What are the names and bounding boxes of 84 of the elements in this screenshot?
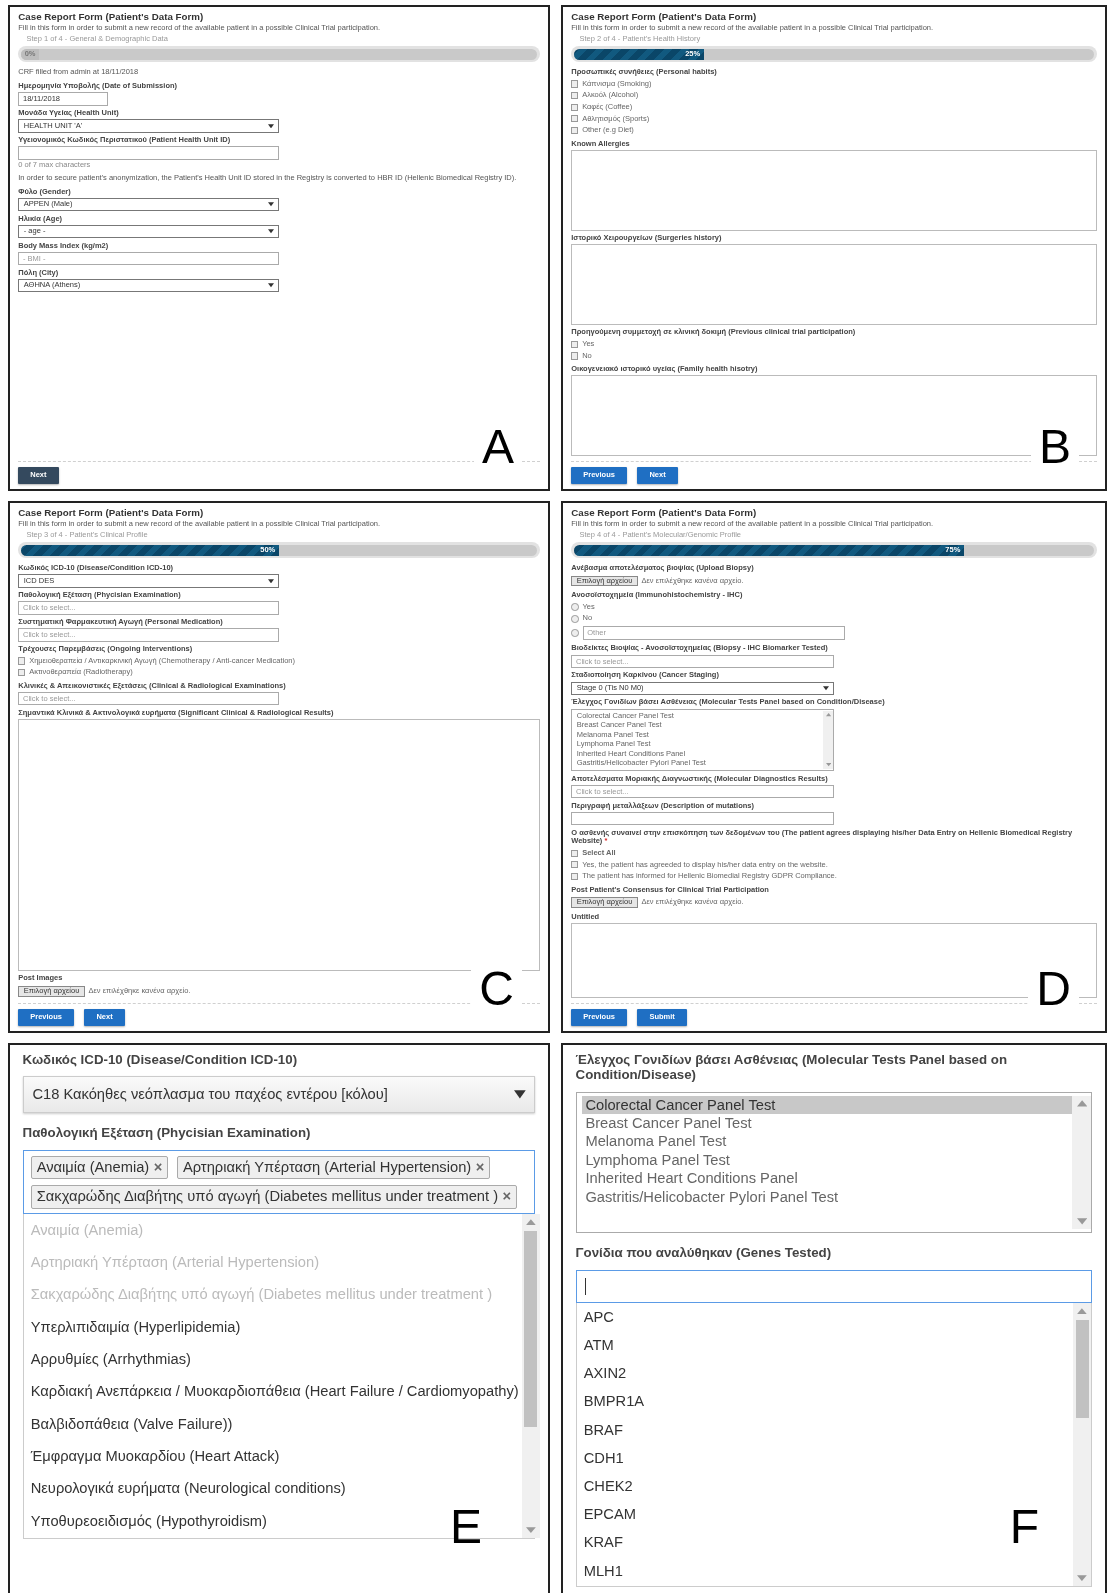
- list-option[interactable]: Breast Cancer Panel Test: [582, 1114, 1073, 1133]
- dropdown-option[interactable]: AXIN2: [580, 1359, 630, 1389]
- dropdown-option[interactable]: Υποθυρεοειδισμός (Hypothyroidism): [27, 1505, 270, 1538]
- scroll-up-icon[interactable]: [825, 713, 831, 717]
- remove-tag-button[interactable]: ×: [475, 1158, 485, 1176]
- scrollbar[interactable]: [1072, 1095, 1092, 1230]
- caret-icon: [267, 202, 274, 207]
- caret-icon: [267, 229, 274, 234]
- form-title: Case Report Form (Patient's Data Form): [18, 10, 205, 22]
- text-cursor-icon: [585, 1278, 586, 1296]
- remove-tag-button[interactable]: ×: [153, 1158, 163, 1176]
- list-option[interactable]: Gastritis/Helicobacter Pylori Panel Test: [582, 1187, 1073, 1206]
- dropdown-option[interactable]: KRAF: [580, 1529, 626, 1558]
- dropdown-option[interactable]: BMPR1A: [580, 1388, 648, 1417]
- scrollbar[interactable]: [1073, 1303, 1092, 1586]
- scroll-up-icon[interactable]: [1077, 1307, 1088, 1314]
- radio-button[interactable]: [571, 629, 579, 637]
- scroll-down-icon[interactable]: [825, 763, 831, 767]
- scroll-down-icon[interactable]: [525, 1527, 536, 1534]
- field-label: Παθολογική Εξέταση (Phycisian Examination): [22, 1125, 312, 1141]
- caret-icon: [822, 686, 829, 691]
- dropdown-option[interactable]: Βαλβιδοπάθεια (Valve Failure)): [27, 1408, 236, 1441]
- dropdown-option[interactable]: BRAF: [580, 1416, 626, 1445]
- checkbox[interactable]: [571, 872, 579, 881]
- checkbox[interactable]: [18, 669, 26, 677]
- caret-icon: [513, 1090, 526, 1100]
- list-option[interactable]: Melanoma Panel Test: [582, 1132, 1073, 1151]
- dropdown-option[interactable]: APC: [580, 1303, 617, 1332]
- field-label: Γονίδια που αναλύθηκαν (Genes Tested): [575, 1245, 833, 1261]
- checkbox[interactable]: [571, 80, 579, 88]
- list-option[interactable]: Lymphoma Panel Test: [582, 1150, 1073, 1170]
- dropdown-option[interactable]: MLH1: [580, 1557, 626, 1586]
- list-option[interactable]: Colorectal Cancer Panel Test: [582, 1095, 1073, 1114]
- scroll-up-icon[interactable]: [525, 1218, 536, 1225]
- dropdown-option[interactable]: Υπερλιπιδαιμία (Hyperlipidemia): [27, 1311, 244, 1344]
- dropdown-option[interactable]: CHEK2: [580, 1472, 636, 1501]
- dropdown-option[interactable]: Νευρολογικά ευρήματα (Neurological conditions): [27, 1473, 349, 1506]
- checkbox[interactable]: [571, 861, 579, 869]
- remove-tag-button[interactable]: ×: [502, 1188, 512, 1206]
- radio-button[interactable]: [571, 603, 579, 611]
- field-label: Κωδικός ICD-10 (Disease/Condition ICD-10): [22, 1051, 299, 1068]
- dropdown[interactable]: C18 Κακόηθες νεόπλασμα του παχέος εντέρου [κόλου]: [22, 1076, 536, 1114]
- scrollbar[interactable]: [823, 711, 833, 769]
- caret-icon: [267, 283, 274, 288]
- text-area[interactable]: [571, 244, 1097, 325]
- tag-label: Αναιμία (Anemia): [36, 1158, 150, 1176]
- checkbox[interactable]: [571, 340, 579, 348]
- dropdown-option[interactable]: ATM: [580, 1331, 617, 1360]
- form-title: Case Report Form (Patient's Data Form): [571, 10, 758, 22]
- dropdown-option[interactable]: CDH1: [580, 1444, 627, 1473]
- caret-icon: [267, 578, 274, 584]
- tag-label: Αρτηριακή Υπέρταση (Arterial Hypertension): [182, 1158, 472, 1176]
- scrollbar-thumb[interactable]: [1075, 1319, 1089, 1418]
- dropdown-option[interactable]: Καρδιακή Ανεπάρκεια / Μυοκαρδιοπάθεια (Heart Failure / Cardiomyopathy): [27, 1376, 522, 1409]
- scroll-up-icon[interactable]: [1076, 1100, 1087, 1107]
- dropdown-option[interactable]: EPCAM: [580, 1500, 639, 1530]
- tag-label: Σακχαρώδης Διαβήτης υπό αγωγή (Diabetes mellitus under treatment ): [36, 1188, 499, 1206]
- checkbox[interactable]: [18, 657, 26, 665]
- scrollbar[interactable]: [521, 1214, 540, 1538]
- field-label: Έλεγχος Γονιδίων βάσει Ασθένειας (Molecular Tests Panel based on Condition/Disease): [575, 1051, 1009, 1083]
- checkbox[interactable]: [571, 849, 579, 857]
- text-area[interactable]: [571, 149, 1097, 231]
- scrollbar-thumb[interactable]: [524, 1230, 538, 1427]
- tag-field[interactable]: Αναιμία (Anemia) × Αρτηριακή Υπέρταση (Arterial Hypertension) × Σακχαρώδης Διαβήτης υπό αγωγή (Diabetes mellitus under treatment ) ×: [22, 1149, 536, 1215]
- checkbox[interactable]: [571, 103, 579, 111]
- form-title: Case Report Form (Patient's Data Form): [571, 506, 758, 518]
- text-field[interactable]: [571, 811, 834, 826]
- dropdown-option[interactable]: Έμφραγμα Μυοκαρδίου (Heart Attack): [27, 1440, 283, 1474]
- checkbox[interactable]: [571, 92, 579, 100]
- caret-icon: [267, 123, 274, 129]
- scroll-down-icon[interactable]: [1076, 1218, 1087, 1225]
- dropdown-option[interactable]: Αρρυθμίες (Arrhythmias): [27, 1343, 194, 1377]
- panel-letter: E: [449, 1503, 483, 1551]
- panel-letter: F: [1008, 1503, 1040, 1551]
- checkbox[interactable]: [571, 126, 579, 135]
- radio-button[interactable]: [571, 615, 579, 623]
- search-field[interactable]: [575, 1269, 1093, 1304]
- list-option[interactable]: Inherited Heart Conditions Panel: [582, 1169, 1073, 1188]
- checkbox[interactable]: [571, 115, 579, 123]
- text-field[interactable]: [18, 146, 279, 160]
- form-title: Case Report Form (Patient's Data Form): [18, 506, 205, 518]
- checkbox[interactable]: [571, 352, 579, 360]
- scroll-down-icon[interactable]: [1077, 1575, 1088, 1582]
- list-box[interactable]: Colorectal Cancer Panel Test Breast Cancer Panel Test Melanoma Panel Test Lymphoma Panel Test Inherited Heart Conditions Panel Gastritis/Helicobacter Pylori Panel Test: [575, 1091, 1093, 1234]
